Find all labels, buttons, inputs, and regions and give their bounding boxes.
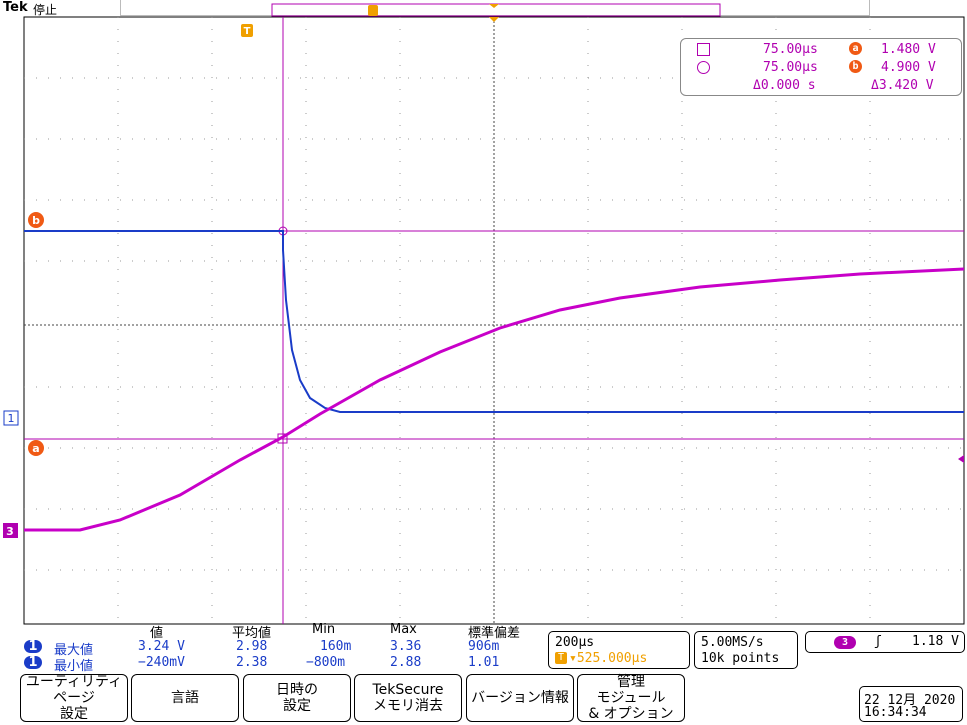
softkey-line: ユーティリティ	[25, 674, 123, 690]
cursor-delta-time: Δ0.000 s	[753, 78, 816, 93]
softkey-line: ページ	[53, 690, 95, 706]
meas-header-min: Min	[312, 622, 336, 637]
ch1-badge: 1	[24, 656, 42, 669]
softkey-line: 設定	[60, 706, 88, 722]
timebase-scale: 200µs	[555, 635, 595, 650]
meas-value: 3.24 V	[138, 639, 185, 654]
record-length: 10k points	[701, 651, 780, 666]
softkey-line: バージョン情報	[471, 690, 569, 706]
time-text: 16:34:34	[864, 705, 927, 720]
softkey-teksecure[interactable]: TekSecure メモリ消去	[354, 674, 462, 722]
cursor-b-badge: b	[849, 60, 862, 73]
cursor-readout: 75.00µs a 1.480 V 75.00µs b 4.900 V Δ0.0…	[680, 38, 962, 96]
softkey-datetime[interactable]: 日時の 設定	[243, 674, 351, 722]
cursor-b-value: 4.900 V	[881, 60, 936, 75]
timebase-position: ▾525.000µs	[569, 651, 648, 666]
square-cursor-icon	[697, 43, 710, 56]
measurement-table: 値 平均値 Min Max 標準偏差 1 最大値 3.24 V 2.98 160…	[20, 622, 545, 674]
meas-min: 160m	[320, 639, 352, 654]
softkey-line: モジュール	[596, 690, 666, 706]
ch1-badge: 1	[24, 640, 42, 653]
circle-cursor-icon	[697, 61, 710, 74]
cursor-a-time: 75.00µs	[763, 42, 818, 57]
softkey-line: 管理	[617, 674, 645, 690]
meas-max: 3.36	[390, 639, 422, 654]
acquisition-readout[interactable]: 5.00MS/s 10k points	[694, 631, 798, 669]
rising-edge-icon: ʃ	[874, 634, 882, 649]
softkey-line: 言語	[171, 690, 199, 706]
datetime-display: 22 12月 2020 16:34:34	[859, 686, 963, 722]
cursor-b-label: b	[32, 214, 40, 227]
meas-value: −240mV	[138, 655, 185, 670]
meas-min: −800m	[306, 655, 346, 670]
trigger-marker-label: T	[244, 26, 251, 37]
softkey-line: メモリ消去	[373, 698, 443, 714]
softkey-line: TekSecure	[372, 682, 444, 698]
cursor-a-value: 1.480 V	[881, 42, 936, 57]
timebase-readout[interactable]: 200µs T ▾525.000µs	[548, 631, 690, 669]
trigger-channel-badge: 3	[834, 636, 856, 649]
meas-mean: 2.98	[236, 639, 268, 654]
meas-name: 最小値	[54, 659, 94, 674]
cursor-b-time: 75.00µs	[763, 60, 818, 75]
trigger-bar-icon	[368, 5, 378, 16]
trigger-level: 1.18 V	[912, 634, 959, 649]
softkey-line: 日時の	[276, 682, 318, 698]
softkey-line: 設定	[283, 698, 311, 714]
trigger-icon: T	[555, 652, 567, 664]
softkey-utility-page[interactable]: ユーティリティ ページ 設定	[20, 674, 128, 722]
trigger-position-top-marker	[489, 4, 499, 8]
meas-mean: 2.38	[236, 655, 268, 670]
cursor-a-label: a	[32, 442, 39, 455]
ch1-label: 1	[8, 412, 15, 425]
meas-max: 2.88	[390, 655, 422, 670]
graticule	[23, 16, 965, 625]
sample-rate: 5.00MS/s	[701, 635, 764, 650]
softkey-version-info[interactable]: バージョン情報	[466, 674, 574, 722]
meas-stddev: 906m	[468, 639, 500, 654]
trigger-readout[interactable]: 3 ʃ 1.18 V	[805, 631, 965, 653]
cursor-delta-value: Δ3.420 V	[871, 78, 934, 93]
ch3-label: 3	[6, 525, 14, 538]
meas-stddev: 1.01	[468, 655, 500, 670]
meas-header-max: Max	[390, 622, 417, 637]
softkey-language[interactable]: 言語	[131, 674, 239, 722]
softkey-manage-modules[interactable]: 管理 モジュール & オプション	[577, 674, 685, 722]
cursor-a-badge: a	[849, 42, 862, 55]
softkey-line: & オプション	[588, 706, 674, 722]
